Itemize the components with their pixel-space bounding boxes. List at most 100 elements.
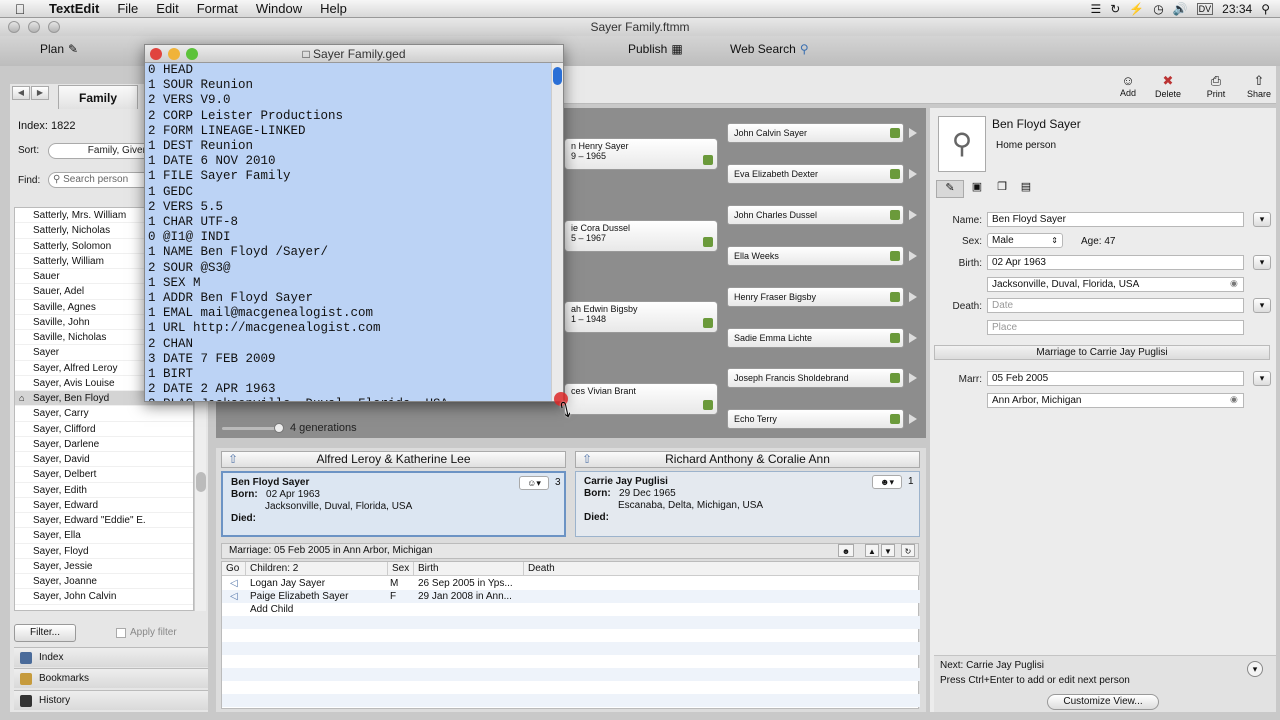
leaf-icon[interactable] [890, 333, 900, 343]
move-up-icon[interactable]: ▲ [865, 544, 879, 557]
menu-edit[interactable]: Edit [147, 1, 187, 16]
apply-filter-checkbox[interactable]: Apply filter [116, 627, 177, 638]
list-item[interactable]: Sayer, Clifford [15, 422, 193, 437]
list-item[interactable]: Sayer, Edward [15, 498, 193, 513]
tab-family[interactable]: Family [58, 85, 138, 109]
menu-help[interactable]: Help [311, 1, 356, 16]
globe-icon[interactable]: ◉ [1230, 394, 1238, 405]
column-sex[interactable]: Sex [388, 562, 414, 576]
leaf-icon[interactable] [890, 128, 900, 138]
scroll-thumb[interactable] [196, 472, 206, 492]
expand-arrow-icon[interactable] [909, 292, 917, 302]
menu-file[interactable]: File [108, 1, 147, 16]
parent-box-3[interactable]: ah Edwin Bigsby 1 – 1948 [564, 301, 718, 333]
birth-place-field[interactable]: Jacksonville, Duval, Florida, USA [987, 277, 1244, 292]
expand-arrow-icon[interactable] [909, 414, 917, 424]
sidebar-item-index[interactable]: Index [14, 647, 208, 667]
sidebar-item-bookmarks[interactable]: Bookmarks [14, 668, 208, 688]
tab-facts[interactable]: ❐ [990, 180, 1014, 198]
sex-select[interactable]: Male ⇕ [987, 233, 1063, 248]
person-photo[interactable]: ⚲ [938, 116, 986, 172]
gedcom-text-area[interactable]: 0 HEAD 1 SOUR Reunion 2 VERS V9.0 2 CORP Le… [145, 63, 553, 401]
spouse-menu-button[interactable]: ☺▾ [519, 476, 549, 490]
list-item[interactable]: Sayer, Edward "Eddie" E. [15, 513, 193, 529]
move-down-icon[interactable]: ▼ [881, 544, 895, 557]
scroll-thumb[interactable] [553, 67, 562, 85]
grandparent-box-8[interactable]: Echo Terry [727, 409, 917, 429]
expand-arrow-icon[interactable] [909, 210, 917, 220]
parent-box-4[interactable]: ces Vivian Brant [564, 383, 718, 415]
delete-button[interactable]: ✖ Delete [1153, 73, 1183, 99]
globe-icon[interactable]: ◉ [1230, 278, 1238, 289]
menu-app-textedit[interactable]: TextEdit [40, 1, 108, 16]
close-button[interactable] [150, 48, 162, 60]
add-button[interactable]: ☺ Add [1116, 73, 1140, 98]
leaf-icon[interactable] [890, 292, 900, 302]
grandparent-box-7[interactable]: Joseph Francis Sholdebrand [727, 368, 917, 388]
column-birth[interactable]: Birth [414, 562, 524, 576]
sync-icon[interactable]: ↻ [1110, 2, 1120, 16]
leaf-icon[interactable] [703, 155, 713, 165]
tab-media[interactable]: ▣ [964, 180, 990, 198]
dv-badge[interactable]: DV [1196, 3, 1214, 15]
add-child-button[interactable]: Add Child [250, 603, 293, 616]
filter-button[interactable]: Filter... [14, 624, 76, 642]
marriage-place-field[interactable]: Ann Arbor, Michigan [987, 393, 1244, 408]
minimize-button[interactable] [28, 21, 40, 33]
publish-button[interactable]: Publish ▦ [628, 42, 683, 56]
refresh-icon[interactable]: ↻ [901, 544, 915, 557]
zoom-button[interactable] [186, 48, 198, 60]
grandparent-box-5[interactable]: Henry Fraser Bigsby [727, 287, 917, 307]
tab-edit[interactable]: ✎ [936, 180, 964, 198]
grandparent-box-6[interactable]: Sadie Emma Lichte [727, 328, 917, 348]
gedcom-scrollbar[interactable] [551, 63, 563, 401]
leaf-icon[interactable] [890, 251, 900, 261]
zoom-button[interactable] [48, 21, 60, 33]
menu-format[interactable]: Format [188, 1, 247, 16]
spouse-menu-button[interactable]: ☻▾ [872, 475, 902, 489]
marriage-bar[interactable]: Marriage: 05 Feb 2005 in Ann Arbor, Mich… [221, 543, 919, 559]
marriage-date-field[interactable]: 05 Feb 2005 [987, 371, 1244, 386]
expand-arrow-icon[interactable] [909, 251, 917, 261]
birth-options-button[interactable]: ▾ [1253, 255, 1271, 270]
leaf-icon[interactable] [703, 237, 713, 247]
expand-arrow-icon[interactable] [909, 373, 917, 383]
leaf-icon[interactable] [890, 373, 900, 383]
birth-date-field[interactable]: 02 Apr 1963 [987, 255, 1244, 270]
bolt-icon[interactable]: ⚡ [1129, 2, 1144, 16]
sidebar-item-history[interactable]: History [14, 690, 208, 710]
list-item[interactable]: Sayer, Joanne [15, 574, 193, 590]
list-item[interactable]: Sayer, Floyd [15, 544, 193, 559]
customize-view-button[interactable]: Customize View... [1047, 694, 1159, 710]
column-children[interactable]: Children: 2 [246, 562, 388, 576]
expand-arrow-icon[interactable] [909, 169, 917, 179]
child-name[interactable]: Logan Jay Sayer [250, 577, 325, 590]
death-date-field[interactable]: Date [987, 298, 1244, 313]
list-item[interactable]: Sayer, Delbert [15, 467, 193, 483]
web-search-button[interactable]: Web Search ⚲ [730, 42, 809, 56]
list-item[interactable]: Sayer, David [15, 452, 193, 468]
parent-box-2[interactable]: ie Cora Dussel 5 – 1967 [564, 220, 718, 252]
leaf-icon[interactable] [890, 210, 900, 220]
apple-menu-icon[interactable]:  [0, 1, 40, 17]
list-item[interactable]: Sayer, Darlene [15, 437, 193, 452]
leaf-icon[interactable] [890, 169, 900, 179]
expand-arrow-icon[interactable] [909, 128, 917, 138]
marriage-options-button[interactable]: ▾ [1253, 371, 1271, 386]
expand-arrow-icon[interactable] [909, 333, 917, 343]
go-arrow-icon[interactable]: ◁ [230, 577, 238, 590]
grandparent-box-3[interactable]: John Charles Dussel [727, 205, 917, 225]
death-options-button[interactable]: ▾ [1253, 298, 1271, 313]
print-button[interactable]: ⎙ Print [1203, 73, 1229, 99]
leaf-icon[interactable] [703, 400, 713, 410]
chevron-down-icon[interactable]: ▾ [1247, 661, 1263, 677]
clock[interactable]: 23:34 [1222, 2, 1252, 16]
leaf-icon[interactable] [703, 318, 713, 328]
back-button[interactable]: ◀ [12, 86, 30, 100]
plan-button[interactable]: Plan ✎ [40, 42, 78, 56]
list-item[interactable]: Sayer, John Calvin [15, 589, 193, 605]
list-item[interactable]: Sayer, Jessie [15, 559, 193, 574]
list-item[interactable]: Sayer, Edith [15, 483, 193, 498]
child-name[interactable]: Paige Elizabeth Sayer [250, 590, 348, 603]
share-button[interactable]: ⇧ Share [1244, 73, 1274, 99]
